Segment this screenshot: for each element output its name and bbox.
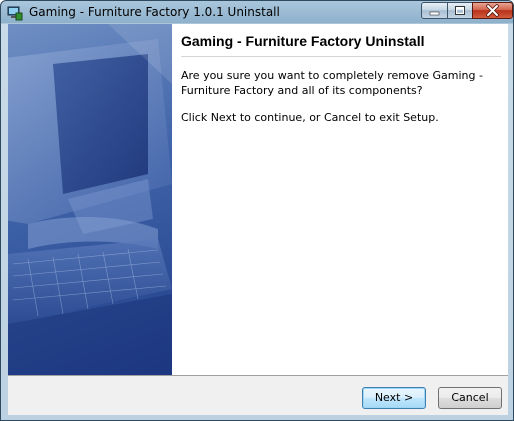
- close-button[interactable]: [472, 2, 513, 19]
- wizard-main-panel: Gaming - Furniture Factory Uninstall Are…: [172, 24, 508, 375]
- window-title: Gaming - Furniture Factory 1.0.1 Uninsta…: [29, 5, 280, 19]
- setup-app-icon: [7, 5, 23, 21]
- page-heading: Gaming - Furniture Factory Uninstall: [181, 33, 425, 49]
- side-panel-image: [8, 24, 172, 375]
- heading-divider: [181, 56, 501, 57]
- maximize-button[interactable]: [447, 2, 473, 19]
- button-bar: Next > Cancel: [8, 375, 508, 415]
- instruction-text: Click Next to continue, or Cancel to exi…: [181, 111, 439, 124]
- cancel-button[interactable]: Cancel: [438, 387, 502, 409]
- minimize-button[interactable]: [421, 2, 448, 19]
- wizard-content: Gaming - Furniture Factory Uninstall Are…: [8, 24, 508, 375]
- uninstall-window: Gaming - Furniture Factory 1.0.1 Uninsta…: [0, 0, 514, 421]
- next-button[interactable]: Next >: [362, 387, 426, 409]
- title-bar[interactable]: Gaming - Furniture Factory 1.0.1 Uninsta…: [1, 1, 513, 24]
- close-icon: [486, 4, 499, 17]
- confirm-text: Are you sure you want to completely remo…: [181, 69, 483, 97]
